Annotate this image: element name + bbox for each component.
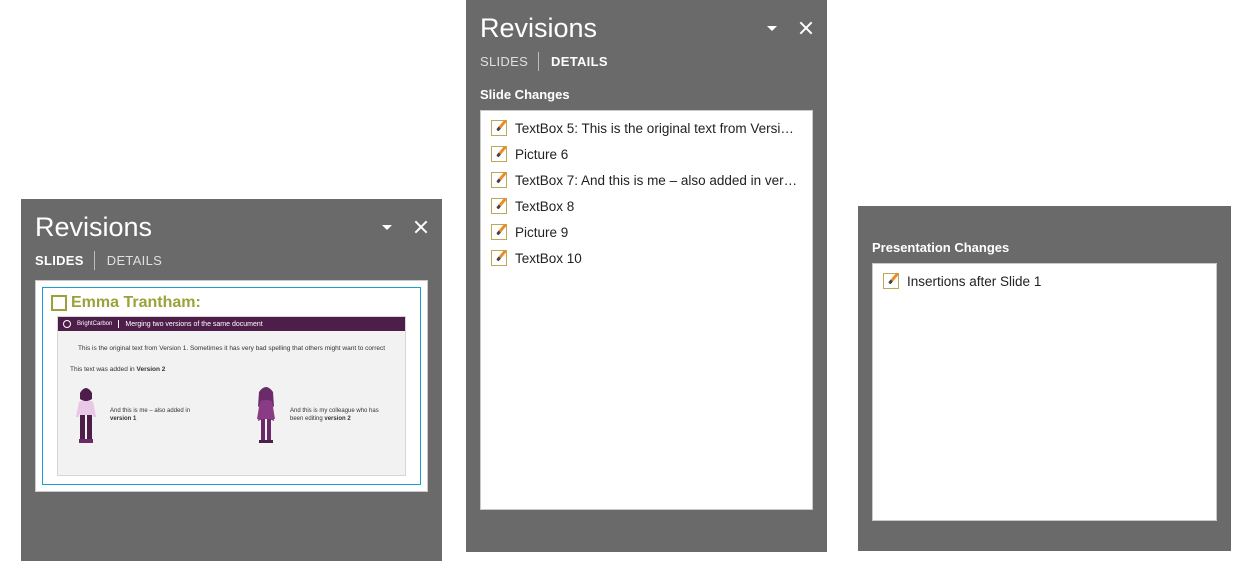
pane-menu-chevron-icon[interactable] <box>767 26 777 31</box>
mini-text-2: This text was added in Version 2 <box>70 366 393 373</box>
slide-changes-box: TextBox 5: This is the original text fro… <box>480 110 813 510</box>
author-checkbox[interactable] <box>51 295 67 311</box>
change-item-label: TextBox 10 <box>515 251 802 266</box>
revisions-pane-details: Revisions SLIDES DETAILS Slide Changes T… <box>466 0 827 552</box>
author-name: Emma Trantham: <box>71 294 201 312</box>
change-item[interactable]: Picture 6 <box>481 141 812 167</box>
brand-logo-icon <box>63 320 71 328</box>
slide-changes-list: TextBox 5: This is the original text fro… <box>481 111 812 275</box>
change-item[interactable]: Picture 9 <box>481 219 812 245</box>
pane-tabs: SLIDES DETAILS <box>466 48 827 81</box>
change-item[interactable]: Insertions after Slide 1 <box>873 268 1216 294</box>
change-item-label: Picture 9 <box>515 225 802 240</box>
figure-2: And this is my colleague who has been ed… <box>250 387 380 445</box>
figure-1-label: And this is me – also added in version 1 <box>110 408 200 424</box>
change-item-label: TextBox 8 <box>515 199 802 214</box>
pane-header: Revisions <box>21 199 442 247</box>
edit-icon <box>491 224 507 240</box>
mini-text-1: This is the original text from Version 1… <box>70 345 393 352</box>
person-icon <box>70 387 102 445</box>
mini-slide-title: Merging two versions of the same documen… <box>125 321 262 328</box>
pane-header: Revisions <box>466 0 827 48</box>
pane-close-icon[interactable] <box>799 21 813 35</box>
title-divider <box>118 320 119 328</box>
tab-slides[interactable]: SLIDES <box>480 52 538 71</box>
pane-title: Revisions <box>35 212 382 243</box>
edit-icon <box>491 198 507 214</box>
mini-slide: BrightCarbon Merging two versions of the… <box>57 316 406 476</box>
change-item[interactable]: TextBox 10 <box>481 245 812 271</box>
tab-details[interactable]: DETAILS <box>94 251 172 270</box>
pane-tabs: SLIDES DETAILS <box>21 247 442 280</box>
slides-preview-box: Emma Trantham: BrightCarbon Merging two … <box>35 280 428 492</box>
change-item[interactable]: TextBox 7: And this is me – also added i… <box>481 167 812 193</box>
revisions-pane-presentation-changes: Presentation Changes Insertions after Sl… <box>858 206 1231 551</box>
mini-slide-body: This is the original text from Version 1… <box>58 331 405 473</box>
figure-2-label: And this is my colleague who has been ed… <box>290 408 380 424</box>
edit-icon <box>883 273 899 289</box>
pane-title: Revisions <box>480 13 767 44</box>
change-item-label: TextBox 7: And this is me – also added i… <box>515 173 802 188</box>
change-item-label: Insertions after Slide 1 <box>907 274 1206 289</box>
change-item[interactable]: TextBox 5: This is the original text fro… <box>481 115 812 141</box>
revisions-pane-slides: Revisions SLIDES DETAILS Emma Trantham: … <box>21 199 442 561</box>
tab-details[interactable]: DETAILS <box>538 52 618 71</box>
change-item[interactable]: TextBox 8 <box>481 193 812 219</box>
pane-close-icon[interactable] <box>414 220 428 234</box>
edit-icon <box>491 172 507 188</box>
figure-1: And this is me – also added in version 1 <box>70 387 200 445</box>
presentation-changes-label: Presentation Changes <box>858 234 1231 263</box>
edit-icon <box>491 146 507 162</box>
edit-icon <box>491 250 507 266</box>
author-row: Emma Trantham: <box>51 294 412 312</box>
edit-icon <box>491 120 507 136</box>
presentation-changes-list: Insertions after Slide 1 <box>873 264 1216 298</box>
slide-changes-label: Slide Changes <box>466 81 827 110</box>
brand-name: BrightCarbon <box>77 321 112 327</box>
presentation-changes-box: Insertions after Slide 1 <box>872 263 1217 521</box>
person-icon <box>250 387 282 445</box>
pane-menu-chevron-icon[interactable] <box>382 225 392 230</box>
tab-slides[interactable]: SLIDES <box>35 251 94 270</box>
slide-thumbnail[interactable]: Emma Trantham: BrightCarbon Merging two … <box>42 287 421 485</box>
change-item-label: TextBox 5: This is the original text fro… <box>515 121 802 136</box>
mini-slide-titlebar: BrightCarbon Merging two versions of the… <box>58 317 405 331</box>
change-item-label: Picture 6 <box>515 147 802 162</box>
